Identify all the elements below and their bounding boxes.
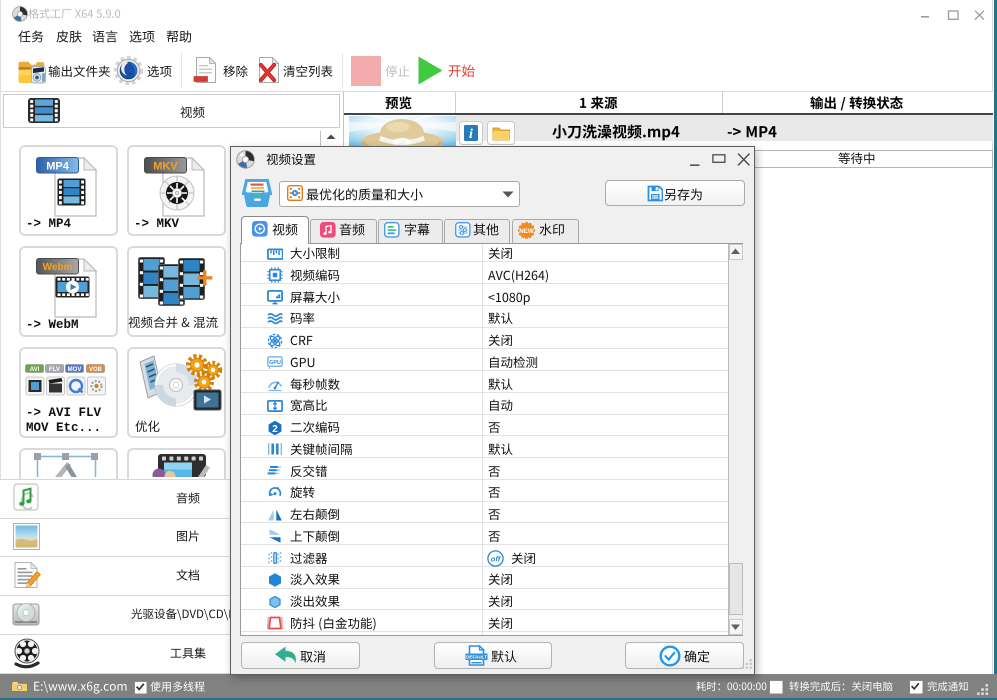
svg-text:GPU: GPU	[269, 360, 281, 366]
svg-text:i: i	[469, 127, 473, 142]
svg-text:FLV: FLV	[49, 367, 60, 373]
svg-text:2: 2	[272, 423, 278, 434]
svg-text:MP4: MP4	[46, 161, 70, 173]
svg-text:off: off	[491, 555, 502, 564]
svg-text:DEFAULT: DEFAULT	[466, 655, 487, 660]
svg-text:NEW: NEW	[519, 228, 534, 235]
svg-text:VOB: VOB	[89, 367, 103, 373]
svg-text:MOV: MOV	[68, 367, 82, 373]
svg-text:AVI: AVI	[30, 367, 40, 373]
svg-text:MKV: MKV	[153, 161, 178, 173]
svg-text:Webm: Webm	[43, 262, 73, 273]
